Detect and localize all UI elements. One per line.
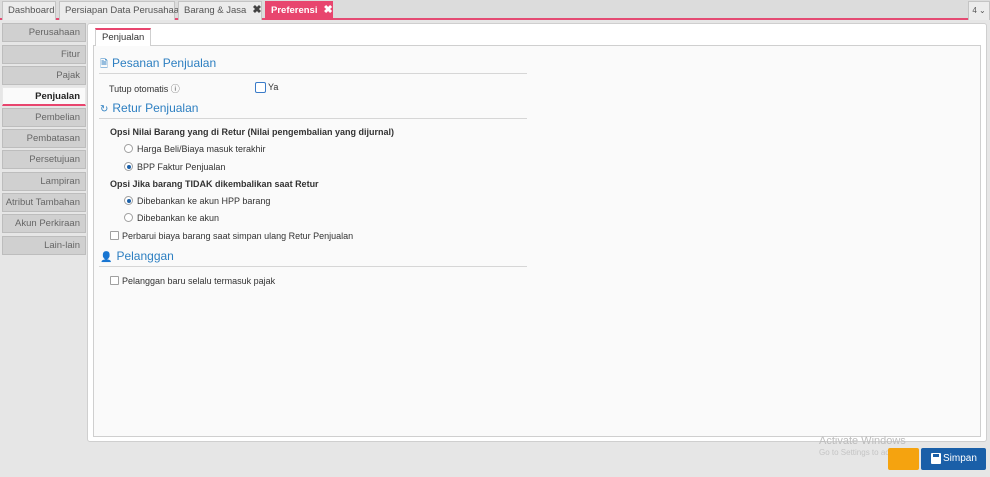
sidebar-item-fitur[interactable]: Fitur — [2, 45, 86, 64]
top-tab-bar: Dashboard Persiapan Data Perusahaan Bara… — [0, 0, 990, 20]
sidebar-item-lain-lain[interactable]: Lain-lain — [2, 236, 86, 255]
radio-label: Harga Beli/Biaya masuk terakhir — [137, 144, 266, 154]
sidebar-item-persetujuan[interactable]: Persetujuan — [2, 150, 86, 169]
section-title: Pelanggan — [116, 249, 174, 263]
tab-label: Preferensi — [271, 5, 318, 16]
tab-persiapan-data-perusahaan[interactable]: Persiapan Data Perusahaan — [59, 1, 184, 20]
customer-tax-checkbox[interactable] — [110, 276, 119, 285]
tab-penjualan[interactable]: Penjualan — [95, 28, 152, 46]
radio-bpp-faktur[interactable] — [124, 162, 133, 171]
sidebar-item-pembatasan[interactable]: Pembatasan — [2, 129, 86, 148]
section-title: Retur Penjualan — [112, 101, 199, 115]
radio-harga-beli[interactable] — [124, 144, 133, 153]
tab-dashboard[interactable]: Dashboard — [2, 1, 56, 20]
auto-close-checkbox[interactable] — [255, 82, 266, 93]
tab-label: Barang & Jasa — [184, 5, 247, 16]
tab-label: Persiapan Data Perusahaan — [65, 5, 185, 16]
save-icon — [931, 453, 941, 464]
content-body — [93, 45, 981, 437]
divider — [99, 73, 527, 74]
sidebar-item-akun-perkiraan[interactable]: Akun Perkiraan — [2, 214, 86, 233]
radio-label: Dibebankan ke akun HPP barang — [137, 196, 271, 206]
update-cost-checkbox[interactable] — [110, 231, 119, 240]
tab-preferensi[interactable]: Preferensi ✖ — [265, 1, 333, 20]
close-icon[interactable]: ✖ — [323, 4, 332, 16]
divider — [99, 118, 527, 119]
extra-action-button[interactable] — [888, 448, 919, 470]
user-icon: 👤 — [100, 252, 113, 263]
divider — [99, 266, 527, 267]
radio-hpp-barang[interactable] — [124, 196, 133, 205]
auto-close-text: Tutup otomatis — [109, 84, 169, 94]
tab-count-dropdown[interactable]: 4 ⌄ — [968, 1, 990, 20]
sidebar-item-lampiran[interactable]: Lampiran — [2, 172, 86, 191]
customer-tax-label: Pelanggan baru selalu termasuk pajak — [122, 276, 276, 286]
save-label: Simpan — [943, 453, 977, 464]
save-button[interactable]: Simpan — [921, 448, 986, 470]
windows-activation-watermark: Activate Windows — [819, 435, 906, 447]
update-cost-label: Perbarui biaya barang saat simpan ulang … — [122, 231, 354, 241]
section-title: Pesanan Penjualan — [112, 56, 217, 70]
sidebar-item-atribut-tambahan[interactable]: Atribut Tambahan — [2, 193, 86, 212]
section-pesanan-penjualan: 🗎 Pesanan Penjualan — [100, 56, 216, 74]
auto-close-label: Tutup otomatis ⓘ — [109, 82, 180, 95]
tab-barang-jasa[interactable]: Barang & Jasa ✖ — [178, 1, 262, 20]
section-retur-penjualan: ↻ Retur Penjualan — [100, 101, 198, 115]
return-value-question: Opsi Nilai Barang yang di Retur (Nilai p… — [110, 127, 395, 137]
section-pelanggan: 👤 Pelanggan — [100, 249, 174, 263]
windows-activation-subtext: Go to Settings to ac — [819, 448, 890, 457]
radio-dibebankan-akun[interactable] — [124, 213, 133, 222]
return-icon: ↻ — [100, 104, 109, 115]
info-icon: ⓘ — [170, 84, 180, 94]
radio-label: BPP Faktur Penjualan — [137, 162, 226, 172]
sidebar-item-pembelian[interactable]: Pembelian — [2, 108, 86, 127]
radio-label: Dibebankan ke akun — [137, 213, 220, 223]
sidebar-item-perusahaan[interactable]: Perusahaan — [2, 23, 86, 42]
auto-close-option-label: Ya — [268, 82, 279, 92]
close-icon[interactable]: ✖ — [252, 4, 261, 16]
tab-label: Dashboard — [8, 5, 55, 16]
sidebar-item-pajak[interactable]: Pajak — [2, 66, 86, 85]
not-returned-question: Opsi Jika barang TIDAK dikembalikan saat… — [110, 179, 319, 189]
document-icon: 🗎 — [100, 59, 109, 70]
sidebar-item-penjualan[interactable]: Penjualan — [2, 87, 86, 106]
